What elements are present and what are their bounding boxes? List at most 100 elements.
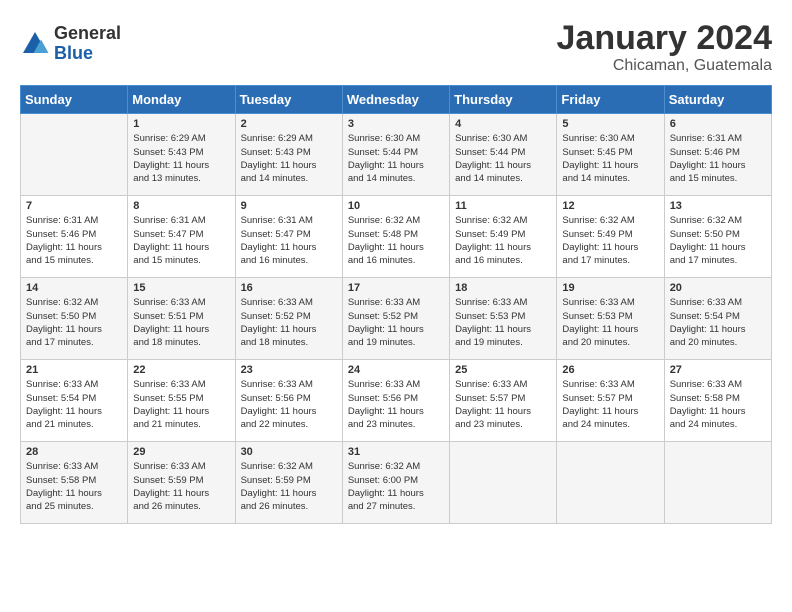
logo-blue-text: Blue (54, 44, 121, 64)
day-cell: 4Sunrise: 6:30 AMSunset: 5:44 PMDaylight… (450, 114, 557, 196)
day-number: 23 (241, 364, 337, 376)
title-section: January 2024 Chicaman, Guatemala (557, 20, 773, 75)
day-number: 18 (455, 282, 551, 294)
day-info: Sunrise: 6:33 AMSunset: 5:53 PMDaylight:… (562, 296, 658, 349)
day-cell: 12Sunrise: 6:32 AMSunset: 5:49 PMDayligh… (557, 196, 664, 278)
day-cell: 22 Sunrise: 6:33 AMSunset: 5:55 PMDayligh… (128, 360, 235, 442)
day-info: Sunrise: 6:31 AMSunset: 5:46 PMDaylight:… (26, 214, 122, 267)
day-info: Sunrise: 6:33 AMSunset: 5:57 PMDaylight:… (455, 378, 551, 431)
week-row-3: 14 Sunrise: 6:32 AMSunset: 5:50 PMDayligh… (21, 278, 772, 360)
day-cell: 20 Sunrise: 6:33 AMSunset: 5:54 PMDayligh… (664, 278, 771, 360)
logo: General Blue (20, 24, 121, 64)
day-cell: 1 Sunrise: 6:29 AMSunset: 5:43 PMDaylight… (128, 114, 235, 196)
day-cell: 24 Sunrise: 6:33 AMSunset: 5:56 PMDayligh… (342, 360, 449, 442)
day-info: Sunrise: 6:33 AMSunset: 5:59 PMDaylight:… (133, 460, 229, 513)
day-cell (450, 442, 557, 524)
day-info: Sunrise: 6:31 AMSunset: 5:47 PMDaylight:… (241, 214, 337, 267)
day-info: Sunrise: 6:33 AMSunset: 5:53 PMDaylight:… (455, 296, 551, 349)
header: General Blue January 2024 Chicaman, Guat… (20, 20, 772, 75)
day-info: Sunrise: 6:33 AMSunset: 5:55 PMDaylight:… (133, 378, 229, 431)
day-info: Sunrise: 6:33 AMSunset: 5:54 PMDaylight:… (670, 296, 766, 349)
week-row-1: 1 Sunrise: 6:29 AMSunset: 5:43 PMDaylight… (21, 114, 772, 196)
day-cell: 11Sunrise: 6:32 AMSunset: 5:49 PMDayligh… (450, 196, 557, 278)
day-cell: 19 Sunrise: 6:33 AMSunset: 5:53 PMDayligh… (557, 278, 664, 360)
day-info: Sunrise: 6:29 AMSunset: 5:43 PMDaylight:… (241, 132, 337, 185)
day-number: 10 (348, 200, 444, 212)
day-number: 22 (133, 364, 229, 376)
day-number: 25 (455, 364, 551, 376)
day-number: 7 (26, 200, 122, 212)
day-cell: 8 Sunrise: 6:31 AMSunset: 5:47 PMDaylight… (128, 196, 235, 278)
day-info: Sunrise: 6:32 AMSunset: 5:59 PMDaylight:… (241, 460, 337, 513)
page: General Blue January 2024 Chicaman, Guat… (0, 0, 792, 612)
day-cell: 3Sunrise: 6:30 AMSunset: 5:44 PMDaylight… (342, 114, 449, 196)
day-number: 24 (348, 364, 444, 376)
day-number: 6 (670, 118, 766, 130)
day-number: 15 (133, 282, 229, 294)
day-number: 28 (26, 446, 122, 458)
day-cell: 5 Sunrise: 6:30 AMSunset: 5:45 PMDaylight… (557, 114, 664, 196)
day-number: 29 (133, 446, 229, 458)
header-cell-tuesday: Tuesday (235, 86, 342, 114)
day-cell: 17 Sunrise: 6:33 AMSunset: 5:52 PMDayligh… (342, 278, 449, 360)
day-number: 26 (562, 364, 658, 376)
day-cell: 6 Sunrise: 6:31 AMSunset: 5:46 PMDaylight… (664, 114, 771, 196)
day-cell: 26 Sunrise: 6:33 AMSunset: 5:57 PMDayligh… (557, 360, 664, 442)
day-number: 2 (241, 118, 337, 130)
day-cell: 16 Sunrise: 6:33 AMSunset: 5:52 PMDayligh… (235, 278, 342, 360)
logo-icon (20, 29, 50, 59)
day-number: 19 (562, 282, 658, 294)
logo-general-text: General (54, 24, 121, 44)
week-row-5: 28Sunrise: 6:33 AMSunset: 5:58 PMDayligh… (21, 442, 772, 524)
day-number: 5 (562, 118, 658, 130)
day-number: 1 (133, 118, 229, 130)
day-number: 30 (241, 446, 337, 458)
location: Chicaman, Guatemala (557, 57, 773, 75)
header-cell-friday: Friday (557, 86, 664, 114)
day-info: Sunrise: 6:31 AMSunset: 5:46 PMDaylight:… (670, 132, 766, 185)
day-cell (664, 442, 771, 524)
day-cell: 14 Sunrise: 6:32 AMSunset: 5:50 PMDayligh… (21, 278, 128, 360)
day-number: 17 (348, 282, 444, 294)
day-cell: 9 Sunrise: 6:31 AMSunset: 5:47 PMDaylight… (235, 196, 342, 278)
day-info: Sunrise: 6:30 AMSunset: 5:45 PMDaylight:… (562, 132, 658, 185)
day-info: Sunrise: 6:33 AMSunset: 5:51 PMDaylight:… (133, 296, 229, 349)
day-cell (21, 114, 128, 196)
day-number: 16 (241, 282, 337, 294)
day-cell: 31Sunrise: 6:32 AMSunset: 6:00 PMDayligh… (342, 442, 449, 524)
day-number: 9 (241, 200, 337, 212)
header-cell-sunday: Sunday (21, 86, 128, 114)
day-info: Sunrise: 6:32 AMSunset: 6:00 PMDaylight:… (348, 460, 444, 513)
day-info: Sunrise: 6:30 AMSunset: 5:44 PMDaylight:… (348, 132, 444, 185)
day-cell: 2 Sunrise: 6:29 AMSunset: 5:43 PMDaylight… (235, 114, 342, 196)
day-info: Sunrise: 6:32 AMSunset: 5:50 PMDaylight:… (26, 296, 122, 349)
day-info: Sunrise: 6:33 AMSunset: 5:56 PMDaylight:… (348, 378, 444, 431)
day-cell: 13Sunrise: 6:32 AMSunset: 5:50 PMDayligh… (664, 196, 771, 278)
day-info: Sunrise: 6:29 AMSunset: 5:43 PMDaylight:… (133, 132, 229, 185)
day-cell: 18 Sunrise: 6:33 AMSunset: 5:53 PMDayligh… (450, 278, 557, 360)
day-number: 8 (133, 200, 229, 212)
day-cell: 27 Sunrise: 6:33 AMSunset: 5:58 PMDayligh… (664, 360, 771, 442)
day-number: 27 (670, 364, 766, 376)
day-info: Sunrise: 6:33 AMSunset: 5:57 PMDaylight:… (562, 378, 658, 431)
header-row: SundayMondayTuesdayWednesdayThursdayFrid… (21, 86, 772, 114)
day-number: 14 (26, 282, 122, 294)
week-row-4: 21 Sunrise: 6:33 AMSunset: 5:54 PMDayligh… (21, 360, 772, 442)
month-title: January 2024 (557, 20, 773, 57)
day-number: 13 (670, 200, 766, 212)
day-info: Sunrise: 6:31 AMSunset: 5:47 PMDaylight:… (133, 214, 229, 267)
day-info: Sunrise: 6:33 AMSunset: 5:54 PMDaylight:… (26, 378, 122, 431)
day-cell: 10Sunrise: 6:32 AMSunset: 5:48 PMDayligh… (342, 196, 449, 278)
day-info: Sunrise: 6:33 AMSunset: 5:52 PMDaylight:… (241, 296, 337, 349)
day-number: 21 (26, 364, 122, 376)
day-number: 20 (670, 282, 766, 294)
day-cell: 15 Sunrise: 6:33 AMSunset: 5:51 PMDayligh… (128, 278, 235, 360)
day-info: Sunrise: 6:33 AMSunset: 5:58 PMDaylight:… (670, 378, 766, 431)
calendar-table: SundayMondayTuesdayWednesdayThursdayFrid… (20, 85, 772, 524)
day-info: Sunrise: 6:30 AMSunset: 5:44 PMDaylight:… (455, 132, 551, 185)
day-number: 11 (455, 200, 551, 212)
header-cell-wednesday: Wednesday (342, 86, 449, 114)
header-cell-monday: Monday (128, 86, 235, 114)
day-info: Sunrise: 6:33 AMSunset: 5:52 PMDaylight:… (348, 296, 444, 349)
header-cell-saturday: Saturday (664, 86, 771, 114)
